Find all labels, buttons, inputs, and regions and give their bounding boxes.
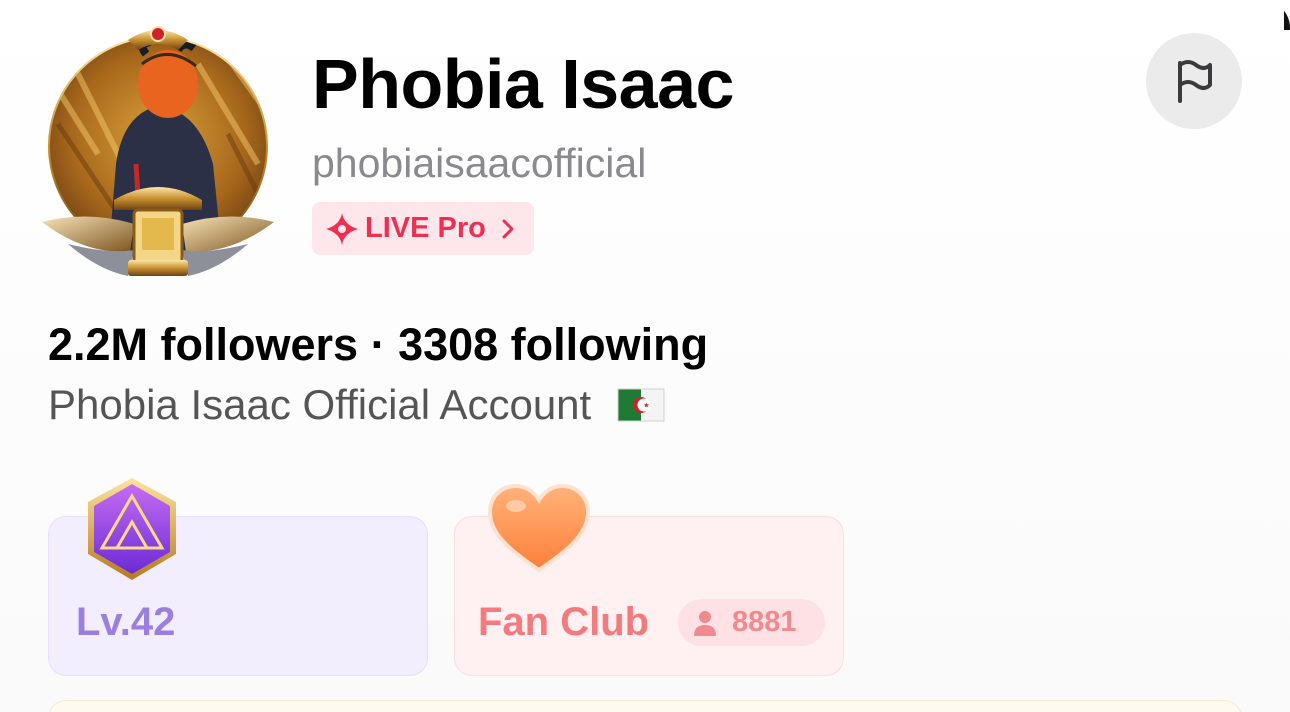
- profile-sheet: Phobia Isaac phobiaisaacofficial LIVE Pr…: [0, 0, 1290, 712]
- fan-club-label: Fan Club: [478, 600, 650, 644]
- fan-club-count: 8881: [732, 606, 797, 638]
- bio-text: Phobia Isaac Official Account: [48, 381, 592, 428]
- avatar[interactable]: [38, 14, 278, 282]
- algeria-flag-icon: [617, 388, 665, 422]
- live-pro-badge[interactable]: LIVE Pro: [312, 202, 534, 255]
- follow-stats[interactable]: 2.2M followers · 3308 following: [48, 318, 708, 372]
- flag-icon: [1178, 60, 1212, 103]
- display-name: Phobia Isaac: [312, 45, 734, 123]
- bio: Phobia Isaac Official Account: [48, 380, 665, 430]
- live-pro-label: LIVE Pro: [365, 212, 486, 244]
- chevron-right-icon: [502, 219, 514, 238]
- level-gem-icon: [88, 478, 176, 580]
- next-card[interactable]: [48, 700, 1242, 712]
- fan-club-member-count: 8881: [678, 599, 825, 646]
- sparkle-icon: [326, 212, 358, 245]
- username: phobiaisaacofficial: [312, 140, 647, 186]
- level-label: Lv.42: [76, 600, 176, 644]
- report-button[interactable]: [1146, 33, 1242, 129]
- heart-icon: [487, 483, 591, 573]
- person-icon: [694, 610, 716, 636]
- screen-edge: [1284, 0, 1290, 30]
